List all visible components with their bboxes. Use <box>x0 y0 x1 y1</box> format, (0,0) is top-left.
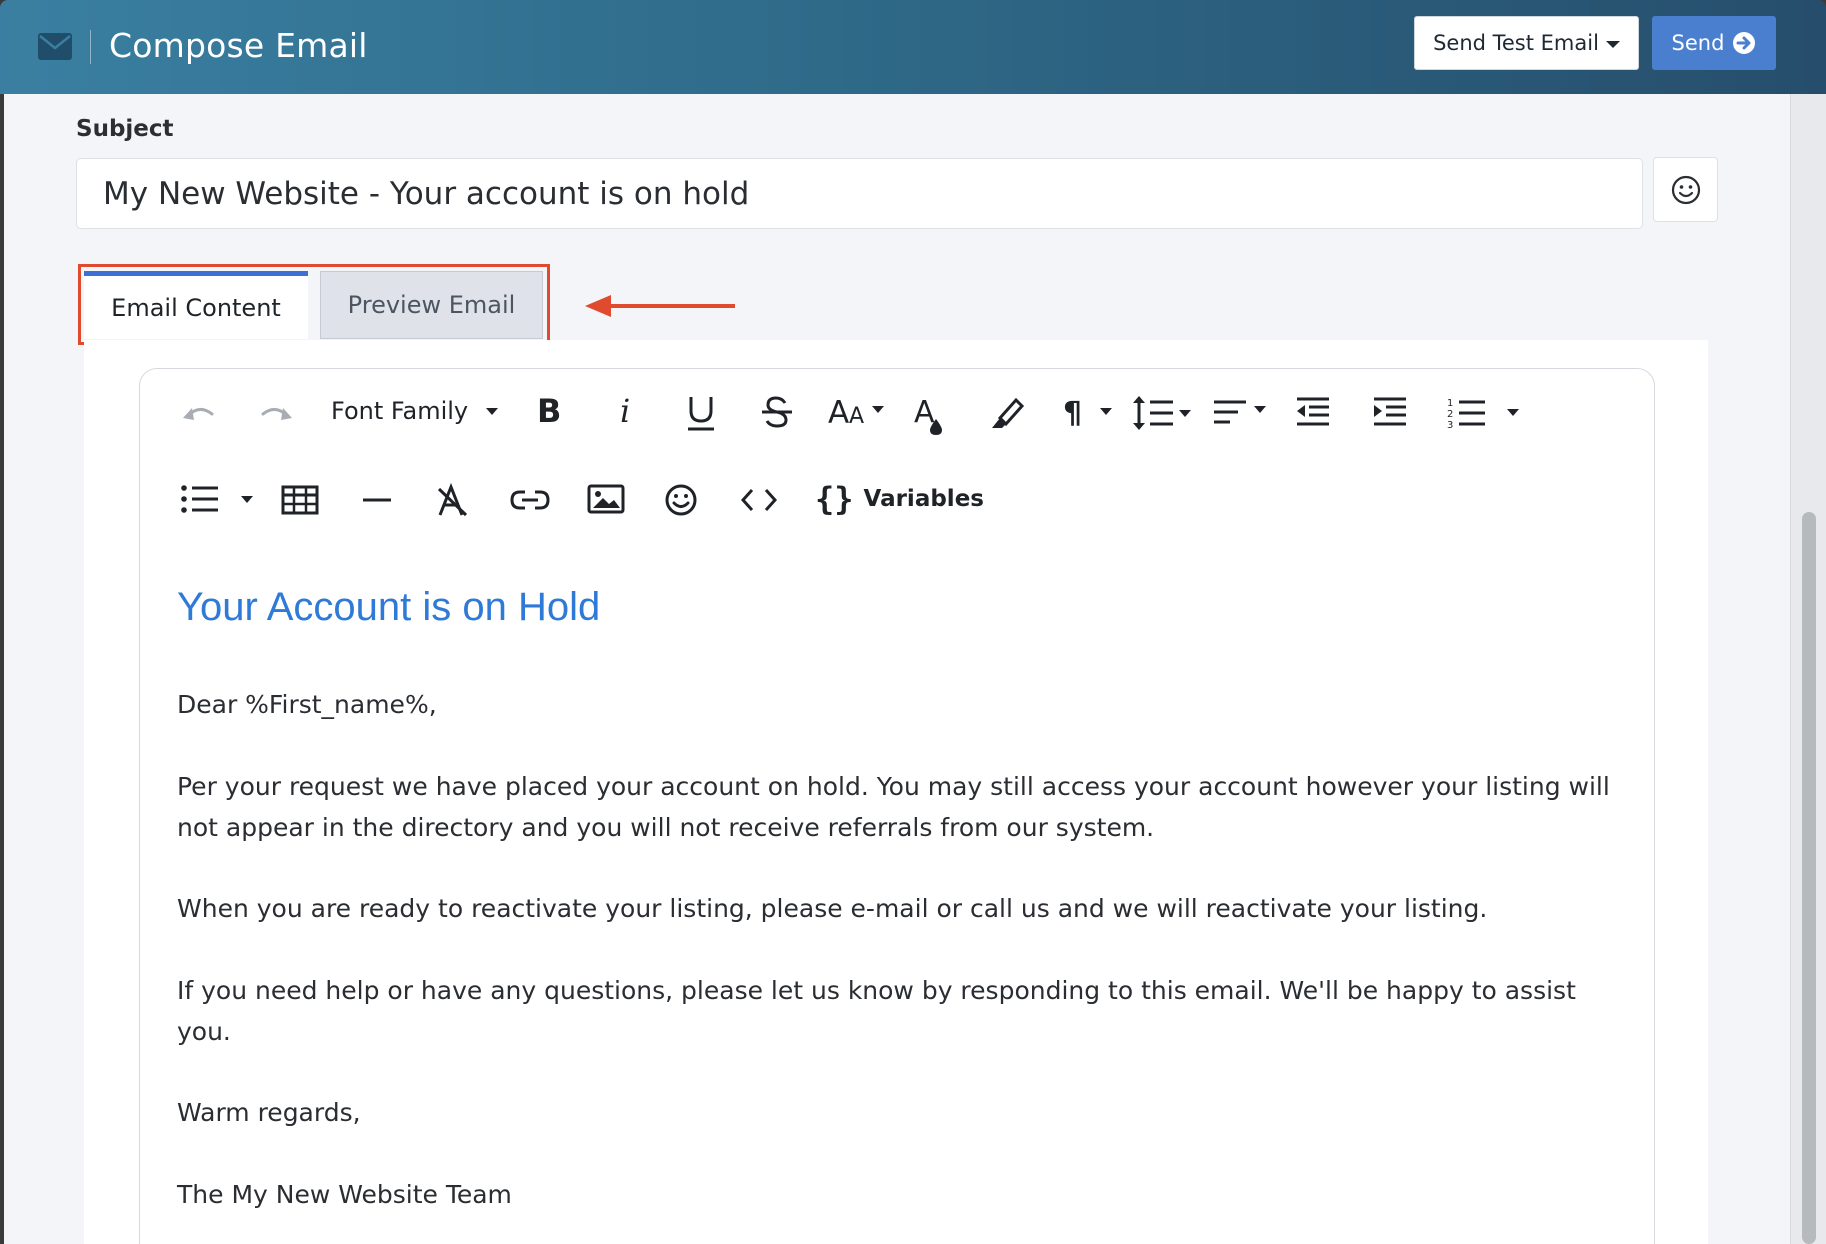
tab-email-content-label: Email Content <box>111 293 281 322</box>
ordered-list-icon[interactable]: 123 <box>1447 396 1523 430</box>
align-icon[interactable] <box>1212 396 1270 430</box>
paragraph-format-icon[interactable]: ¶ <box>1063 395 1115 429</box>
code-view-icon[interactable] <box>740 486 778 514</box>
arrow-circle-right-icon <box>1733 32 1756 54</box>
subject-label: Subject <box>76 116 174 142</box>
horizontal-line-icon[interactable] <box>363 497 391 503</box>
svg-text:3: 3 <box>1447 420 1453 430</box>
outdent-icon[interactable] <box>1295 396 1331 428</box>
font-family-dropdown[interactable]: Font Family <box>331 397 499 425</box>
clear-formatting-icon[interactable] <box>436 483 468 517</box>
image-icon[interactable] <box>587 484 625 514</box>
svg-text:A: A <box>914 395 935 430</box>
variables-label: Variables <box>863 486 984 512</box>
redo-icon[interactable] <box>257 398 295 426</box>
svg-text:i: i <box>620 393 630 429</box>
table-icon[interactable] <box>281 485 319 515</box>
underline-icon[interactable] <box>686 393 716 433</box>
scrollbar-thumb[interactable] <box>1802 512 1816 1244</box>
svg-text:A: A <box>849 404 864 429</box>
text-color-icon[interactable]: A <box>914 393 946 435</box>
variables-button[interactable]: {} Variables <box>815 480 984 518</box>
svg-text:1: 1 <box>1447 398 1453 409</box>
svg-text:B: B <box>537 393 561 429</box>
send-label: Send <box>1671 31 1725 55</box>
email-paragraph: When you are ready to reactivate your li… <box>177 894 1488 923</box>
send-button[interactable]: Send <box>1652 16 1776 70</box>
email-paragraph: If you need help or have any questions, … <box>177 976 1576 1046</box>
highlight-icon[interactable] <box>988 396 1026 430</box>
svg-text:A: A <box>828 395 849 429</box>
line-height-icon[interactable] <box>1133 394 1193 432</box>
tab-preview-email[interactable]: Preview Email <box>320 271 543 339</box>
chevron-down-icon <box>486 407 499 415</box>
italic-icon[interactable]: i <box>617 393 637 429</box>
annotation-arrow-icon <box>585 295 735 317</box>
email-paragraph: The My New Website Team <box>177 1180 512 1209</box>
variables-icon: {} <box>815 480 854 518</box>
chevron-down-icon <box>1605 40 1620 48</box>
link-icon[interactable] <box>510 487 550 513</box>
smiley-icon <box>1671 175 1700 204</box>
strikethrough-icon[interactable] <box>760 394 794 430</box>
envelope-icon <box>38 33 72 64</box>
email-paragraph: Dear %First_name%, <box>177 690 437 719</box>
unordered-list-icon[interactable] <box>181 484 257 516</box>
subject-input[interactable] <box>76 158 1643 229</box>
subject-emoji-button[interactable] <box>1653 157 1718 222</box>
tab-email-content[interactable]: Email Content <box>84 271 308 339</box>
svg-text:¶: ¶ <box>1063 396 1082 429</box>
header-divider <box>90 30 91 64</box>
email-paragraph: Warm regards, <box>177 1098 361 1127</box>
svg-text:2: 2 <box>1447 409 1453 420</box>
page-title: Compose Email <box>109 26 368 65</box>
emoji-icon[interactable] <box>664 483 698 517</box>
undo-icon[interactable] <box>180 398 218 426</box>
font-size-icon[interactable]: AA <box>828 393 886 429</box>
compose-header: Compose Email Send Test Email Send <box>0 0 1826 94</box>
email-heading: Your Account is on Hold <box>177 585 601 629</box>
send-test-email-button[interactable]: Send Test Email <box>1414 16 1639 70</box>
bold-icon[interactable]: B <box>535 393 563 429</box>
tab-preview-email-label: Preview Email <box>347 291 516 319</box>
font-family-label: Font Family <box>331 397 469 425</box>
indent-icon[interactable] <box>1372 396 1408 428</box>
send-test-email-label: Send Test Email <box>1433 31 1599 55</box>
email-paragraph: Per your request we have placed your acc… <box>177 772 1610 842</box>
